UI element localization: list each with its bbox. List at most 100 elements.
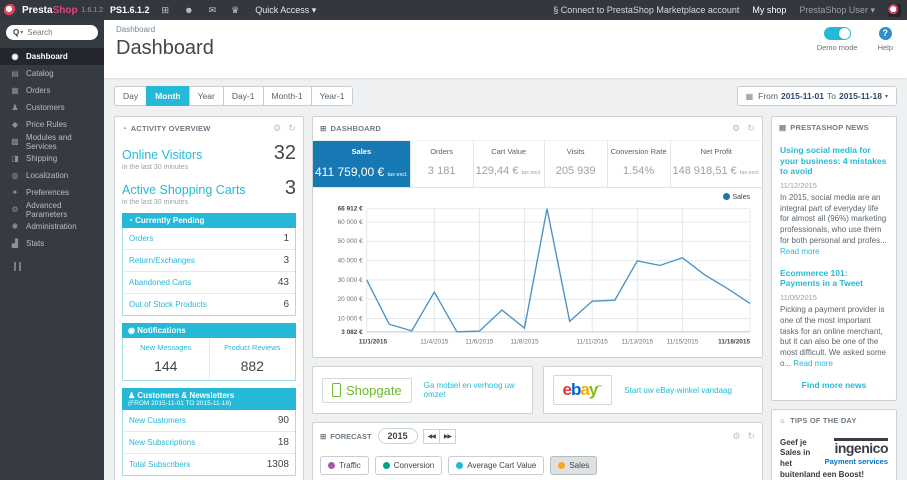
date-toolbar: Day Month Year Day-1 Month-1 Year-1 ▦ Fr… — [114, 86, 897, 106]
sidebar-item-catalog[interactable]: ▤ Catalog — [0, 65, 104, 82]
online-visitors-link[interactable]: Online Visitors — [122, 148, 202, 162]
breadcrumb[interactable]: Dashboard — [116, 25, 895, 34]
gear-icon[interactable]: ⚙ — [732, 123, 740, 134]
active-carts-link[interactable]: Active Shopping Carts — [122, 183, 246, 197]
phone-icon — [332, 383, 341, 397]
kpi-conversion-rate[interactable]: Conversion Rate 1.54% — [606, 141, 670, 187]
pending-orders-row[interactable]: Orders 1 — [123, 228, 295, 249]
prestashop-logo-icon[interactable] — [4, 3, 17, 17]
svg-text:40 000 €: 40 000 € — [338, 258, 364, 265]
kpi-net-profit[interactable]: Net Profit 148 918,51 € tax excl. — [669, 141, 762, 187]
gear-icon[interactable]: ⚙ — [273, 123, 281, 134]
svg-text:11/1/2015: 11/1/2015 — [359, 338, 388, 345]
sidebar-menu: ◉ Dashboard ▤ Catalog ▦ Orders ♟ Customers ◆… — [0, 48, 104, 252]
sidebar-item-customers[interactable]: ♟ Customers — [0, 99, 104, 116]
active-carts-value: 3 — [284, 177, 296, 199]
date-range-picker[interactable]: ▦ From 2015-11-01 To 2015-11-18 ▾ — [736, 86, 897, 106]
range-day-button[interactable]: Day — [114, 86, 148, 106]
sidebar-item-shipping[interactable]: ◨ Shipping — [0, 150, 104, 167]
sidebar-item-orders[interactable]: ▦ Orders — [0, 82, 104, 99]
connect-marketplace-link[interactable]: § Connect to PrestaShop Marketplace acco… — [553, 5, 739, 15]
ebay-banner[interactable]: ebay™ Start uw eBay-winkel vandaag — [542, 366, 763, 414]
sidebar-item-stats[interactable]: ▟ Stats — [0, 235, 104, 252]
refresh-icon[interactable]: ↻ — [288, 123, 296, 134]
sidebar-item-preferences[interactable]: ✦ Preferences — [0, 184, 104, 201]
svg-text:11/15/2015: 11/15/2015 — [667, 338, 699, 345]
new-subscriptions-row[interactable]: New Subscriptions 18 — [123, 431, 295, 453]
out-of-stock-row[interactable]: Out of Stock Products 6 — [123, 293, 295, 315]
toggle-conversion[interactable]: Conversion — [374, 456, 443, 475]
kpi-sales[interactable]: Sales 411 759,00 € tax excl. — [313, 141, 410, 187]
activity-panel-title: ACTIVITY OVERVIEW — [130, 124, 211, 133]
search-input[interactable] — [27, 28, 91, 37]
sidebar-item-dashboard[interactable]: ◉ Dashboard — [0, 48, 104, 65]
pending-returns-row[interactable]: Return/Exchanges 3 — [123, 249, 295, 271]
avatar[interactable] — [888, 3, 901, 17]
range-month-1-button[interactable]: Month-1 — [262, 86, 312, 106]
read-more-link[interactable]: Read more — [780, 247, 820, 256]
toggle-traffic[interactable]: Traffic — [320, 456, 369, 475]
kpi-orders[interactable]: Orders 3 181 — [409, 141, 473, 187]
product-reviews-cell[interactable]: Product Reviews 882 — [208, 338, 296, 380]
ebay-link[interactable]: Start uw eBay-winkel vandaag — [624, 386, 732, 395]
sidebar-item-modules[interactable]: ▩ Modules and Services — [0, 133, 104, 151]
range-year-1-button[interactable]: Year-1 — [310, 86, 354, 106]
sidebar-item-advanced-parameters[interactable]: ⚙ Advanced Parameters — [0, 201, 104, 219]
previous-year-button[interactable]: ◀◀ — [422, 428, 440, 444]
ingenico-logo: ingenico Payment services — [824, 437, 888, 466]
trophy-icon[interactable]: ♛ — [231, 5, 239, 16]
forecast-year[interactable]: 2015 — [377, 428, 418, 444]
sidebar-item-localization[interactable]: ◍ Localization — [0, 167, 104, 184]
brand-name[interactable]: PrestaShop — [22, 5, 78, 16]
svg-text:30 000 €: 30 000 € — [338, 277, 364, 284]
gear-icon[interactable]: ⚙ — [732, 431, 740, 442]
conversion-dot-icon — [382, 462, 390, 469]
customers-icon[interactable]: ☻ — [184, 5, 193, 16]
article-title-link[interactable]: Using social media for your business: 4 … — [780, 145, 888, 177]
messages-icon[interactable]: ✉ — [209, 5, 217, 16]
demo-mode-toggle[interactable] — [823, 27, 851, 40]
new-messages-cell[interactable]: New Messages 144 — [123, 338, 209, 380]
svg-text:11/4/2015: 11/4/2015 — [420, 338, 449, 345]
chart-legend: Sales — [313, 188, 762, 201]
sidebar-item-price-rules[interactable]: ◆ Price Rules — [0, 116, 104, 133]
chevron-down-icon[interactable]: ▾ — [20, 29, 23, 36]
abandoned-carts-row[interactable]: Abandoned Carts 43 — [123, 271, 295, 293]
sidebar-search[interactable]: Q ▾ — [6, 25, 98, 40]
refresh-icon[interactable]: ↻ — [747, 123, 755, 134]
sidebar-item-administration[interactable]: ✱ Administration — [0, 218, 104, 235]
read-more-link[interactable]: Read more — [793, 359, 833, 368]
total-subscribers-row[interactable]: Total Subscribers 1308 — [123, 453, 295, 475]
range-year-button[interactable]: Year — [188, 86, 224, 106]
my-shop-link[interactable]: My shop — [752, 5, 786, 15]
find-more-news-link[interactable]: Find more news — [780, 380, 888, 390]
toggle-average-cart-value[interactable]: Average Cart Value — [448, 456, 545, 475]
refresh-icon[interactable]: ↻ — [747, 431, 755, 442]
shopgate-link[interactable]: Ga mobiel en verhoog uw omzet — [424, 381, 523, 399]
new-customers-row[interactable]: New Customers 90 — [123, 410, 295, 431]
forecast-panel: ⊞ FORECAST 2015 ◀◀ ▶▶ ⚙ ↻ Traffic Conver… — [312, 422, 763, 480]
quick-access-menu[interactable]: Quick Access ▾ — [255, 5, 316, 16]
news-icon: ▤ — [779, 123, 787, 132]
user-menu[interactable]: PrestaShop User ▾ — [799, 5, 875, 16]
cart-icon[interactable]: ⊞ — [162, 5, 170, 16]
kpi-visits[interactable]: Visits 205 939 — [543, 141, 607, 187]
shopgate-banner[interactable]: Shopgate Ga mobiel en verhoog uw omzet — [312, 366, 533, 414]
shopgate-logo: Shopgate — [322, 377, 412, 403]
range-day-1-button[interactable]: Day-1 — [222, 86, 264, 106]
range-month-button[interactable]: Month — [146, 86, 190, 106]
version-label: 1.6.1.2 — [81, 6, 103, 14]
demo-mode-label: Demo mode — [816, 43, 858, 52]
collapse-menu-icon[interactable] — [14, 262, 21, 271]
toggle-sales[interactable]: Sales — [550, 456, 598, 475]
help-icon[interactable]: ? — [878, 27, 892, 40]
gear-icon: ✱ — [11, 222, 19, 231]
news-article: Using social media for your business: 4 … — [780, 145, 888, 256]
news-article: Ecommerce 101: Payments in a Tweet 11/05… — [780, 268, 888, 370]
tips-panel-title: TIPS OF THE DAY — [790, 415, 857, 425]
article-title-link[interactable]: Ecommerce 101: Payments in a Tweet — [780, 268, 888, 289]
kpi-cart-value[interactable]: Cart Value 129,44 € tax excl. — [472, 141, 544, 187]
next-year-button[interactable]: ▶▶ — [438, 428, 457, 444]
forecast-panel-title: FORECAST — [330, 431, 372, 441]
ebay-logo: ebay™ — [552, 375, 613, 405]
